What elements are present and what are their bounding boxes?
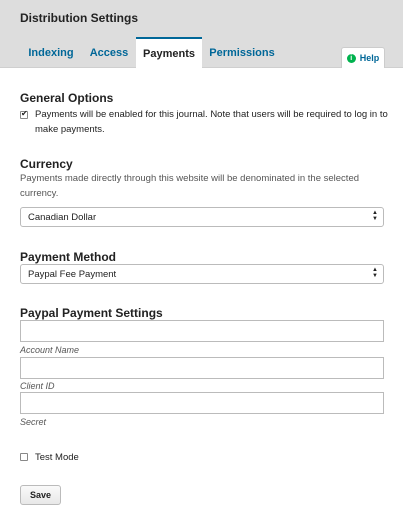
client-id-label: Client ID (20, 381, 55, 391)
account-name-label: Account Name (20, 345, 80, 355)
currency-title: Currency (20, 157, 73, 171)
tab-permissions[interactable]: Permissions (204, 38, 280, 68)
secret-label: Secret (20, 417, 47, 427)
payment-method-title: Payment Method (20, 250, 117, 264)
account-name-input[interactable] (20, 320, 384, 342)
tab-payments[interactable]: Payments (136, 37, 202, 68)
client-id-input[interactable] (20, 357, 384, 379)
tab-indexing[interactable]: Indexing (20, 38, 82, 68)
test-mode-label: Test Mode (35, 452, 79, 463)
payment-method-selected-value: Paypal Fee Payment (28, 268, 117, 280)
select-arrows-icon: ▲ ▼ (372, 210, 378, 222)
payments-enabled-checkbox[interactable] (20, 109, 28, 119)
payment-method-select[interactable]: Paypal Fee Payment ▲ ▼ (20, 264, 384, 284)
save-button[interactable]: Save (20, 485, 61, 505)
help-button[interactable]: i Help (341, 47, 385, 68)
secret-input[interactable] (20, 392, 384, 414)
currency-description: Payments made directly through this webs… (20, 173, 360, 199)
tab-access[interactable]: Access (84, 38, 134, 68)
currency-selected-value: Canadian Dollar (28, 211, 97, 223)
page-title: Distribution Settings (20, 11, 138, 25)
payments-enabled-label: Payments will be enabled for this journa… (35, 109, 388, 135)
select-arrows-icon: ▲ ▼ (372, 267, 378, 279)
info-icon: i (346, 53, 356, 63)
test-mode-checkbox[interactable] (20, 453, 28, 461)
paypal-settings-title: Paypal Payment Settings (20, 306, 163, 320)
help-label: Help (359, 53, 380, 63)
general-options-title: General Options (20, 91, 114, 105)
settings-header: Distribution Settings Indexing Access Pa… (0, 0, 403, 68)
currency-select[interactable]: Canadian Dollar ▲ ▼ (20, 207, 384, 227)
